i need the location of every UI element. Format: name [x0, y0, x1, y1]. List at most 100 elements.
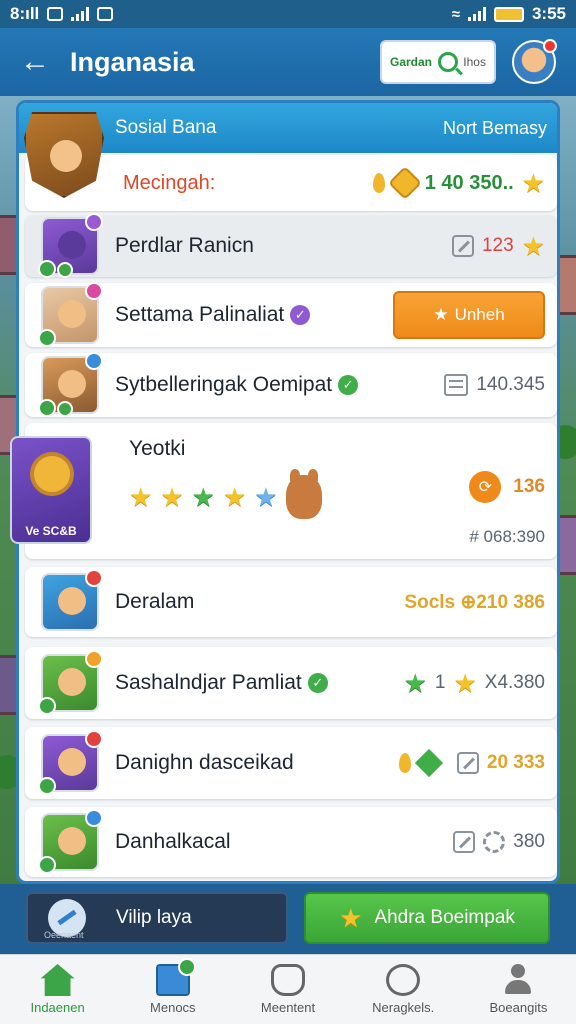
list-item[interactable]: Perdlar Ranicn 123 ★: [25, 213, 557, 278]
chat-icon: [386, 964, 421, 996]
list-item[interactable]: Sytbelleringak Oemipat ✓ 140.345: [25, 352, 557, 417]
status-time: 3:55: [531, 4, 566, 23]
nav-label: Meentent: [260, 1000, 316, 1015]
star-icon: ★: [521, 231, 545, 261]
star-icon: ★: [222, 482, 247, 512]
unlock-button[interactable]: ★ Unheh: [393, 291, 545, 339]
unlock-button-label: Unheh: [454, 305, 505, 324]
primary-action-label: Ahdra Boeimpak: [374, 907, 515, 928]
row-sub-value: # 068:390: [469, 527, 545, 546]
row-name: Mecingah:: [123, 171, 216, 194]
nav-label: Indaenen: [30, 1000, 85, 1015]
featured-content: Yeotki ★ ★ ★ ★ ★: [129, 437, 322, 519]
rating-stars: ★ ★ ★ ★ ★: [129, 469, 322, 519]
search-icon: [437, 52, 458, 72]
panel-header-right-label[interactable]: Nort Bemasy: [443, 118, 547, 139]
player-icon: [41, 569, 103, 631]
status-left-text: 8:ıll: [10, 4, 40, 23]
nav-item-messages[interactable]: Menocs: [115, 955, 230, 1024]
featured-list-item[interactable]: Yeotki ★ ★ ★ ★ ★ ⟳ 136 # 068:390: [25, 423, 557, 559]
star-green-icon: ★: [191, 482, 215, 512]
row-value: 136: [513, 476, 545, 497]
row-value-a: 1: [434, 672, 446, 693]
page-title: Inganasia: [70, 46, 195, 77]
featured-item-tile[interactable]: Ve SC&B: [10, 436, 92, 544]
featured-right: ⟳ 136 # 068:390: [469, 437, 545, 547]
row-name: Danhalkacal: [115, 830, 231, 853]
star-icon: ★: [160, 482, 184, 512]
nav-item-shield[interactable]: Meentent: [230, 955, 345, 1024]
player-icon: [38, 213, 103, 278]
wifi-icon: ≈: [451, 5, 460, 23]
secondary-action-sublabel: Oeenaent: [44, 930, 84, 940]
orb-icon: [30, 452, 74, 496]
verified-icon: ✓: [307, 673, 328, 693]
primary-action-button[interactable]: ★ Ahdra Boeimpak: [304, 892, 550, 944]
row-value: 20 333: [486, 752, 545, 773]
user-icon: [501, 964, 535, 996]
status-bar: 8:ıll ≈ 3:55: [0, 0, 576, 28]
edit-icon[interactable]: [456, 752, 479, 774]
avatar-notification-badge: [543, 39, 557, 53]
star-icon: ★: [521, 168, 545, 198]
app-notification-icon: [97, 7, 114, 21]
star-icon: ★: [129, 482, 153, 512]
secondary-action-button[interactable]: Vilip laya Oeenaent: [26, 892, 288, 944]
row-name: Sashalndjar Pamliat: [115, 671, 302, 694]
list-item[interactable]: Sashalndjar Pamliat ✓ ★ 1 ★ X4.380: [25, 647, 557, 719]
list-icon[interactable]: [444, 374, 469, 396]
edit-icon[interactable]: [451, 235, 474, 257]
bottom-nav: Indaenen Menocs Meentent Neragkels. Boea…: [0, 954, 576, 1024]
message-icon: [155, 958, 196, 996]
notification-icon: [47, 7, 64, 21]
nav-label: Menocs: [150, 1000, 196, 1015]
gold-drop-icon: [398, 753, 411, 773]
list-item[interactable]: Danhalkacal 380: [25, 807, 557, 877]
player-icon: [38, 650, 103, 715]
player-icon: [38, 809, 103, 874]
search-pill[interactable]: Gardan Ihos: [380, 40, 496, 84]
list-item[interactable]: Deralam Socls ⊕210 386: [25, 567, 557, 637]
panel-title: Sosial Bana: [115, 117, 217, 138]
gear-icon[interactable]: [483, 831, 506, 853]
row-name: Danighn dasceikad: [115, 751, 294, 774]
list-item[interactable]: Mecingah: 1 40 350.. ★: [25, 155, 557, 211]
search-value: Ihos: [463, 55, 486, 69]
back-arrow-icon[interactable]: ←: [20, 45, 56, 79]
player-icon: [38, 352, 103, 417]
list-item[interactable]: Danighn dasceikad 20 333: [25, 727, 557, 799]
row-name: Settama Palinaliat: [115, 303, 285, 326]
nav-item-home[interactable]: Indaenen: [0, 955, 115, 1024]
action-bar: Vilip laya Oeenaent ★ Ahdra Boeimpak: [0, 884, 576, 954]
nav-item-profile[interactable]: Boeangits: [461, 955, 576, 1024]
verified-icon: ✓: [338, 375, 359, 395]
list-item[interactable]: Settama Palinaliat ✓ ★ Unheh: [25, 282, 557, 347]
player-icon: [38, 730, 103, 795]
row-value: Socls ⊕210 386: [404, 591, 545, 613]
star-outline-icon: ★: [433, 305, 449, 324]
row-value: 1 40 350..: [424, 171, 514, 194]
row-value: 140.345: [476, 374, 545, 395]
shuffle-icon[interactable]: ⟳: [469, 471, 502, 503]
pet-character-icon: [285, 469, 322, 519]
star-blue-icon: ★: [254, 482, 278, 512]
app-bar: ← Inganasia Gardan Ihos: [0, 28, 576, 96]
verified-icon: ✓: [290, 305, 311, 325]
row-value: 380: [513, 831, 545, 852]
row-value: 123: [481, 235, 514, 256]
shield-icon: [271, 964, 305, 996]
star-green-icon: ★: [403, 668, 427, 698]
row-name: Yeotki: [129, 437, 186, 460]
green-gem-icon: [414, 748, 444, 778]
nav-item-chat[interactable]: Neragkels.: [346, 955, 461, 1024]
secondary-action-label: Vilip laya: [116, 907, 192, 928]
edit-icon[interactable]: [453, 831, 476, 853]
gold-coin-icon: [387, 166, 422, 200]
leaderboard-panel: Sosial Bana Nort Bemasy Mecingah: 1 40 3…: [16, 100, 560, 884]
gold-drop-icon: [372, 173, 385, 193]
nav-label: Neragkels.: [372, 1000, 435, 1015]
row-name: Perdlar Ranicn: [115, 234, 254, 257]
row-name: Sytbelleringak Oemipat: [115, 373, 333, 396]
avatar[interactable]: [512, 39, 557, 84]
home-icon: [40, 964, 75, 996]
